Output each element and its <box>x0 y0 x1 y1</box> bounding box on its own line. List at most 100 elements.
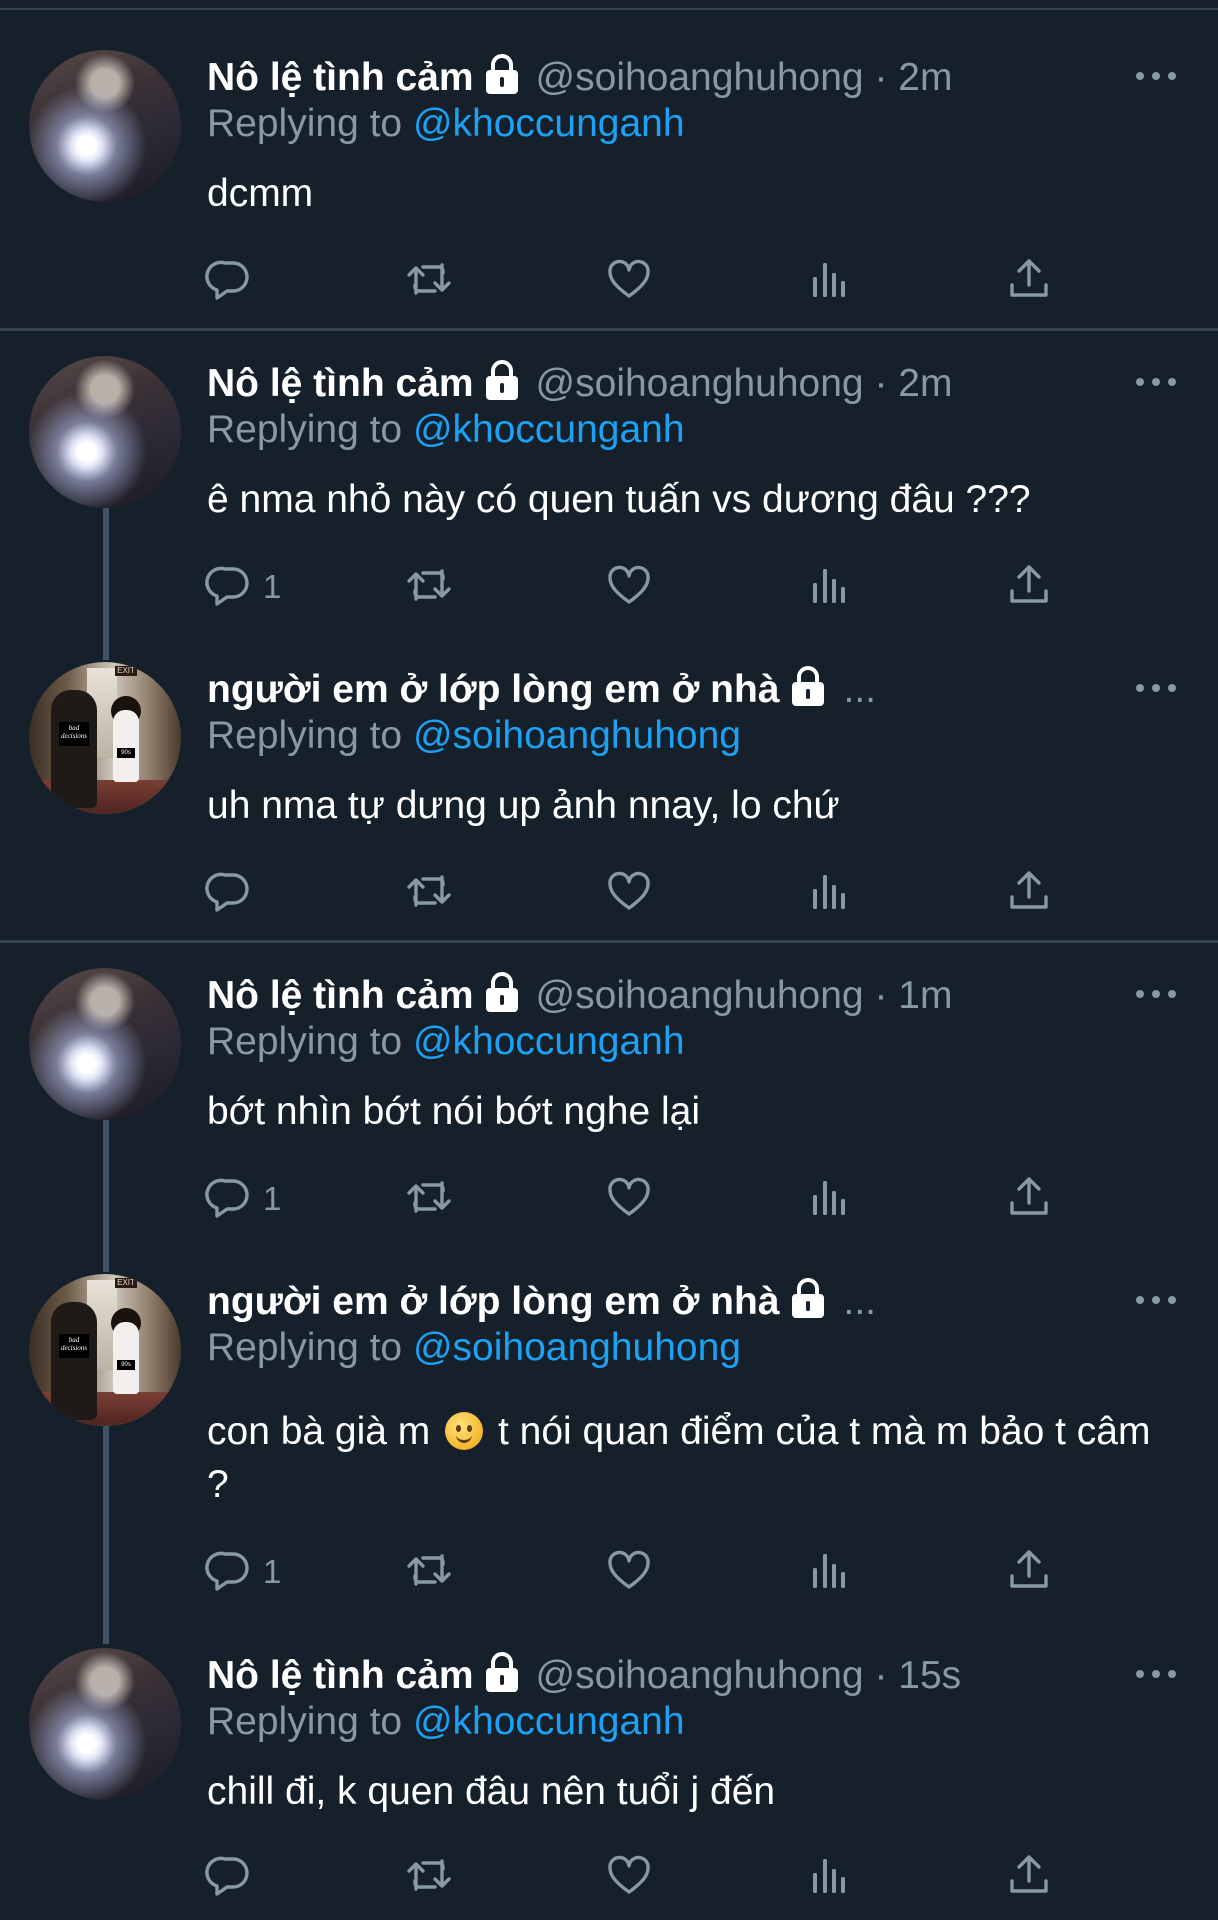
like-button[interactable] <box>605 1852 653 1902</box>
analytics-button[interactable] <box>805 562 853 612</box>
mention-link[interactable]: @soihoanghuhong <box>413 714 741 757</box>
reply-button[interactable]: 1 <box>205 562 281 612</box>
timestamp[interactable]: · 2m <box>864 56 952 100</box>
share-icon <box>1005 561 1053 614</box>
more-icon[interactable] <box>1136 1664 1176 1684</box>
reply-button[interactable] <box>205 1852 263 1902</box>
timestamp-text: · 2m <box>874 362 953 405</box>
share-button[interactable] <box>1005 562 1053 612</box>
handle[interactable]: @soihoanghuhong <box>536 362 864 406</box>
more-icon[interactable] <box>1136 372 1176 392</box>
mention-link[interactable]: @khoccunganh <box>413 102 685 145</box>
retweet-icon <box>405 867 453 920</box>
reply-count: 1 <box>263 1180 282 1217</box>
mention-link[interactable]: @khoccunganh <box>413 408 685 451</box>
replying-label: Replying to <box>207 714 413 757</box>
like-button[interactable] <box>605 256 653 306</box>
tweet-text: dcmm <box>207 172 314 215</box>
mention-link[interactable]: @soihoanghuhong <box>413 1326 741 1369</box>
analytics-icon <box>805 867 853 920</box>
like-icon <box>605 1851 653 1904</box>
display-name[interactable]: người em ở lớp lòng em ở nhà <box>207 668 780 712</box>
replying-label: Replying to <box>207 408 413 451</box>
action-bar: 1 <box>205 562 1087 612</box>
avatar[interactable] <box>29 968 181 1120</box>
retweet-button[interactable] <box>405 1852 453 1902</box>
like-button[interactable] <box>605 1547 653 1597</box>
display-name[interactable]: Nô lệ tình cảm <box>207 56 474 100</box>
display-name[interactable]: Nô lệ tình cảm <box>207 1654 474 1698</box>
analytics-button[interactable] <box>805 1852 853 1902</box>
like-icon <box>605 867 653 920</box>
handle-truncated: ... <box>843 1280 877 1323</box>
more-icon[interactable] <box>1136 1290 1176 1310</box>
avatar[interactable] <box>29 50 181 202</box>
like-button[interactable] <box>605 562 653 612</box>
display-name[interactable]: Nô lệ tình cảm <box>207 974 474 1018</box>
retweet-button[interactable] <box>405 562 453 612</box>
lock-icon <box>788 666 828 718</box>
avatar-sign: bad decisions <box>59 1334 89 1358</box>
avatar[interactable]: EXIT bad decisions 90s <box>29 662 181 814</box>
reply-button[interactable]: 1 <box>205 1547 281 1597</box>
handle[interactable]: @soihoanghuhong <box>536 1654 864 1698</box>
handle[interactable]: @soihoanghuhong <box>536 56 864 100</box>
replying-label: Replying to <box>207 102 413 145</box>
retweet-button[interactable] <box>405 1174 453 1224</box>
handle[interactable]: @soihoanghuhong <box>536 974 864 1018</box>
share-button[interactable] <box>1005 256 1053 306</box>
avatar[interactable]: EXIT bad decisions 90s <box>29 1274 181 1426</box>
reply-button[interactable] <box>205 256 263 306</box>
lock-icon <box>482 1652 522 1704</box>
timestamp[interactable]: · 1m <box>864 974 953 1018</box>
avatar-figure <box>51 690 97 808</box>
analytics-button[interactable] <box>805 1547 853 1597</box>
share-button[interactable] <box>1005 1852 1053 1902</box>
more-icon[interactable] <box>1136 678 1176 698</box>
tweet-text-part: con bà già m <box>207 1410 431 1453</box>
lock-icon <box>482 54 522 106</box>
like-button[interactable] <box>605 868 653 918</box>
lock-icon <box>788 1278 828 1330</box>
like-button[interactable] <box>605 1174 653 1224</box>
avatar[interactable] <box>29 1648 181 1800</box>
more-icon[interactable] <box>1136 66 1176 86</box>
like-icon <box>605 1546 653 1599</box>
reply-icon <box>205 1851 253 1904</box>
slightly-smiling-face-icon <box>445 1412 484 1450</box>
timestamp-text: · 1m <box>874 974 953 1017</box>
share-button[interactable] <box>1005 1174 1053 1224</box>
display-name[interactable]: Nô lệ tình cảm <box>207 362 474 406</box>
share-button[interactable] <box>1005 1547 1053 1597</box>
mention-link[interactable]: @khoccunganh <box>413 1700 685 1743</box>
lock-icon <box>482 360 522 412</box>
timestamp[interactable]: · 2m <box>864 362 953 406</box>
timestamp[interactable]: · 15s <box>864 1654 962 1698</box>
avatar[interactable] <box>29 356 181 508</box>
retweet-button[interactable] <box>405 256 453 306</box>
more-icon[interactable] <box>1136 984 1176 1004</box>
avatar-exit-sign: EXIT <box>115 1278 137 1288</box>
thread-line <box>103 1120 109 1272</box>
reply-button[interactable] <box>205 868 263 918</box>
share-button[interactable] <box>1005 868 1053 918</box>
reply-button[interactable]: 1 <box>205 1174 281 1224</box>
mention-link[interactable]: @khoccunganh <box>413 1020 685 1063</box>
action-bar <box>205 1852 1087 1902</box>
replying-to: Replying to @khoccunganh <box>207 1700 685 1744</box>
avatar-tag: 90s <box>117 1360 135 1370</box>
replying-label: Replying to <box>207 1700 413 1743</box>
retweet-icon <box>405 255 453 308</box>
analytics-button[interactable] <box>805 256 853 306</box>
thread-line <box>103 508 109 660</box>
replying-to: Replying to @khoccunganh <box>207 1020 685 1064</box>
display-name[interactable]: người em ở lớp lòng em ở nhà <box>207 1280 780 1324</box>
timestamp-text: · 15s <box>874 1654 962 1697</box>
share-icon <box>1005 867 1053 920</box>
retweet-button[interactable] <box>405 1547 453 1597</box>
avatar-figure <box>51 1302 97 1420</box>
analytics-button[interactable] <box>805 868 853 918</box>
retweet-button[interactable] <box>405 868 453 918</box>
avatar-tag: 90s <box>117 748 135 758</box>
analytics-button[interactable] <box>805 1174 853 1224</box>
